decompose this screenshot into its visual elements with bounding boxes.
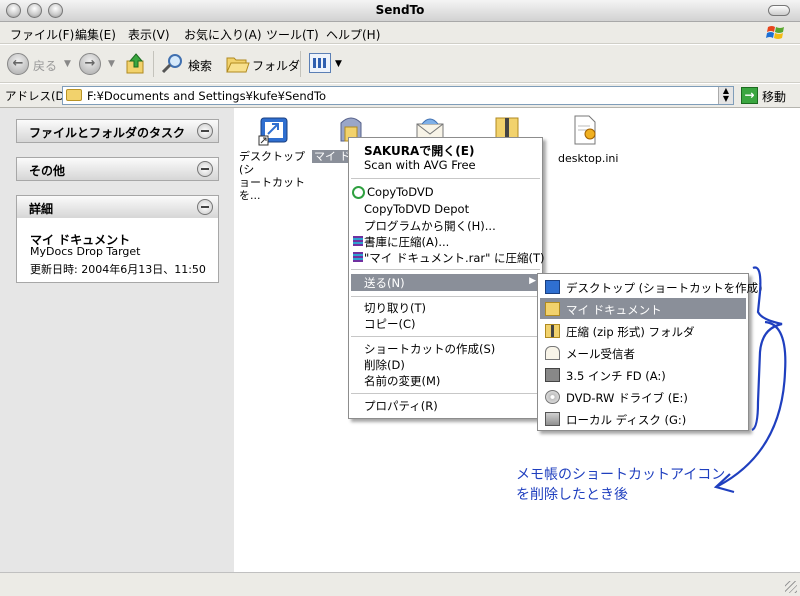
folder-icon <box>66 89 82 101</box>
detail-item-type: MyDocs Drop Target <box>30 245 141 258</box>
menu-item-compress-library[interactable]: 書庫に圧縮(A)... <box>364 234 449 250</box>
copytodvd-icon <box>352 186 365 199</box>
forward-arrow-icon[interactable]: → <box>79 53 101 75</box>
zip-folder-icon <box>545 324 560 338</box>
file-folder-tasks-title: ファイルとフォルダのタスク <box>29 126 186 140</box>
send-to-local-disk-label: ローカル ディスク (G:) <box>566 413 687 427</box>
detail-item-date: 更新日時: 2004年6月13日、11:50 <box>30 263 206 276</box>
folders-icon[interactable] <box>226 54 250 74</box>
send-to-my-documents-label: マイ ドキュメント <box>566 303 662 317</box>
address-dropdown-icon[interactable]: ▲ ▼ <box>718 87 733 104</box>
annotation-line-1: メモ帳のショートカットアイコン <box>516 467 726 483</box>
up-folder-icon[interactable] <box>125 53 147 75</box>
collapse-icon[interactable] <box>197 123 213 139</box>
search-icon[interactable] <box>161 53 185 75</box>
menu-item-copytodvd-depot[interactable]: CopyToDVD Depot <box>364 202 469 216</box>
annotation-line-2: を削除したとき後 <box>516 487 628 503</box>
other-places-title: その他 <box>29 164 66 178</box>
menu-file[interactable]: ファイル(F) <box>10 26 74 43</box>
floppy-drive-icon <box>545 368 560 382</box>
send-to-label: 送る(N) <box>364 276 405 290</box>
desktop-ini-icon[interactable] <box>568 114 600 146</box>
file-folder-tasks-header[interactable]: ファイルとフォルダのタスク <box>17 120 218 142</box>
search-button[interactable]: 検索 <box>188 57 212 74</box>
menu-item-copytodvd[interactable]: CopyToDVD <box>367 185 434 199</box>
resize-grip-icon[interactable] <box>785 581 797 593</box>
send-to-zip-label: 圧縮 (zip 形式) フォルダ <box>566 325 695 339</box>
address-label: アドレス(D) <box>5 89 69 103</box>
address-bar: アドレス(D) F:¥Documents and Settings¥kufe¥S… <box>0 84 800 108</box>
details-header[interactable]: 詳細 <box>17 196 218 218</box>
menu-item-create-shortcut[interactable]: ショートカットの作成(S) <box>364 341 495 357</box>
desktop-ini-label[interactable]: desktop.ini <box>558 152 618 165</box>
status-bar <box>0 572 800 596</box>
details-panel: 詳細 マイ ドキュメント MyDocs Drop Target 更新日時: 20… <box>16 195 219 283</box>
dvd-drive-icon <box>545 390 560 404</box>
menu-item-open-with[interactable]: プログラムから開く(H)... <box>364 218 496 234</box>
desktop-shortcut-label-line2: ョートカットを... <box>239 176 305 202</box>
menu-item-cut[interactable]: 切り取り(T) <box>364 300 426 316</box>
menu-item-delete[interactable]: 削除(D) <box>364 357 405 373</box>
menu-tools[interactable]: ツール(T) <box>266 26 319 43</box>
back-arrow-icon[interactable]: ← <box>7 53 29 75</box>
menu-separator <box>351 296 540 297</box>
forward-dropdown-icon[interactable]: ▼ <box>108 59 115 69</box>
menu-separator <box>351 393 540 394</box>
menu-separator <box>351 178 540 179</box>
toolbar-separator <box>153 51 154 77</box>
back-button[interactable]: 戻る <box>33 57 57 74</box>
details-title: 詳細 <box>29 202 54 216</box>
views-dropdown-icon[interactable]: ▼ <box>335 59 342 69</box>
menu-separator <box>351 269 540 270</box>
mail-icon <box>545 346 560 360</box>
menu-separator <box>351 336 540 337</box>
windows-logo-icon <box>766 26 784 39</box>
address-path: F:¥Documents and Settings¥kufe¥SendTo <box>87 89 327 103</box>
task-pane: ファイルとフォルダのタスク その他 詳細 マイ ドキュメント MyDocs Dr… <box>0 108 234 572</box>
menu-favorites[interactable]: お気に入り(A) <box>184 26 262 43</box>
views-icon[interactable] <box>309 53 331 73</box>
toolbar-separator <box>300 51 301 77</box>
folders-button[interactable]: フォルダ <box>252 57 300 74</box>
menu-help[interactable]: ヘルプ(H) <box>326 26 380 43</box>
menu-item-properties[interactable]: プロパティ(R) <box>364 398 438 414</box>
send-to-mail-label: メール受信者 <box>566 347 635 361</box>
menu-item-compress-rar[interactable]: "マイ ドキュメント.rar" に圧縮(T) <box>364 250 545 266</box>
send-to-floppy-label: 3.5 インチ FD (A:) <box>566 369 666 383</box>
my-documents-icon <box>545 302 560 316</box>
collapse-icon[interactable] <box>197 161 213 177</box>
menu-bar: ファイル(F) 編集(E) 表示(V) お気に入り(A) ツール(T) ヘルプ(… <box>0 22 800 44</box>
context-menu: SAKURAで開く(E) Scan with AVG Free CopyToDV… <box>348 137 545 419</box>
standard-toolbar: ← 戻る ▼ → ▼ 検索 フォルダ ▼ <box>0 45 800 83</box>
window-title: SendTo <box>375 3 425 17</box>
menu-item-send-to[interactable]: 送る(N) ▶ <box>351 274 540 291</box>
rar-icon <box>353 252 363 262</box>
back-dropdown-icon[interactable]: ▼ <box>64 59 71 69</box>
send-to-dvd-label: DVD-RW ドライブ (E:) <box>566 391 688 405</box>
menu-item-rename[interactable]: 名前の変更(M) <box>364 373 440 389</box>
desktop-shortcut-icon[interactable] <box>258 114 290 146</box>
menu-item-sakura-open[interactable]: SAKURAで開く(E) <box>364 142 474 159</box>
archive-icon <box>353 236 363 246</box>
menu-item-copy[interactable]: コピー(C) <box>364 316 416 332</box>
my-documents-label[interactable]: マイ ド <box>312 150 349 163</box>
address-input[interactable]: F:¥Documents and Settings¥kufe¥SendTo ▲ ▼ <box>62 86 734 105</box>
collapse-icon[interactable] <box>197 199 213 215</box>
submenu-arrow-icon: ▶ <box>529 276 536 286</box>
other-places-panel[interactable]: その他 <box>16 157 219 181</box>
go-button[interactable]: 移動 <box>762 88 786 105</box>
title-bar: SendTo <box>0 0 800 22</box>
menu-edit[interactable]: 編集(E) <box>75 26 116 43</box>
menu-item-avg-scan[interactable]: Scan with AVG Free <box>364 158 476 172</box>
local-disk-icon <box>545 412 560 426</box>
file-folder-tasks-panel[interactable]: ファイルとフォルダのタスク <box>16 119 219 143</box>
other-places-header[interactable]: その他 <box>17 158 218 180</box>
desktop-shortcut-label-line1: デスクトップ (シ <box>239 150 305 176</box>
go-arrow-icon[interactable]: → <box>741 87 758 104</box>
desktop-shortcut-label[interactable]: デスクトップ (シ ョートカットを... <box>239 150 313 202</box>
desktop-icon <box>545 280 560 294</box>
menu-view[interactable]: 表示(V) <box>128 26 170 43</box>
toolbar-toggle-button[interactable] <box>768 5 790 16</box>
